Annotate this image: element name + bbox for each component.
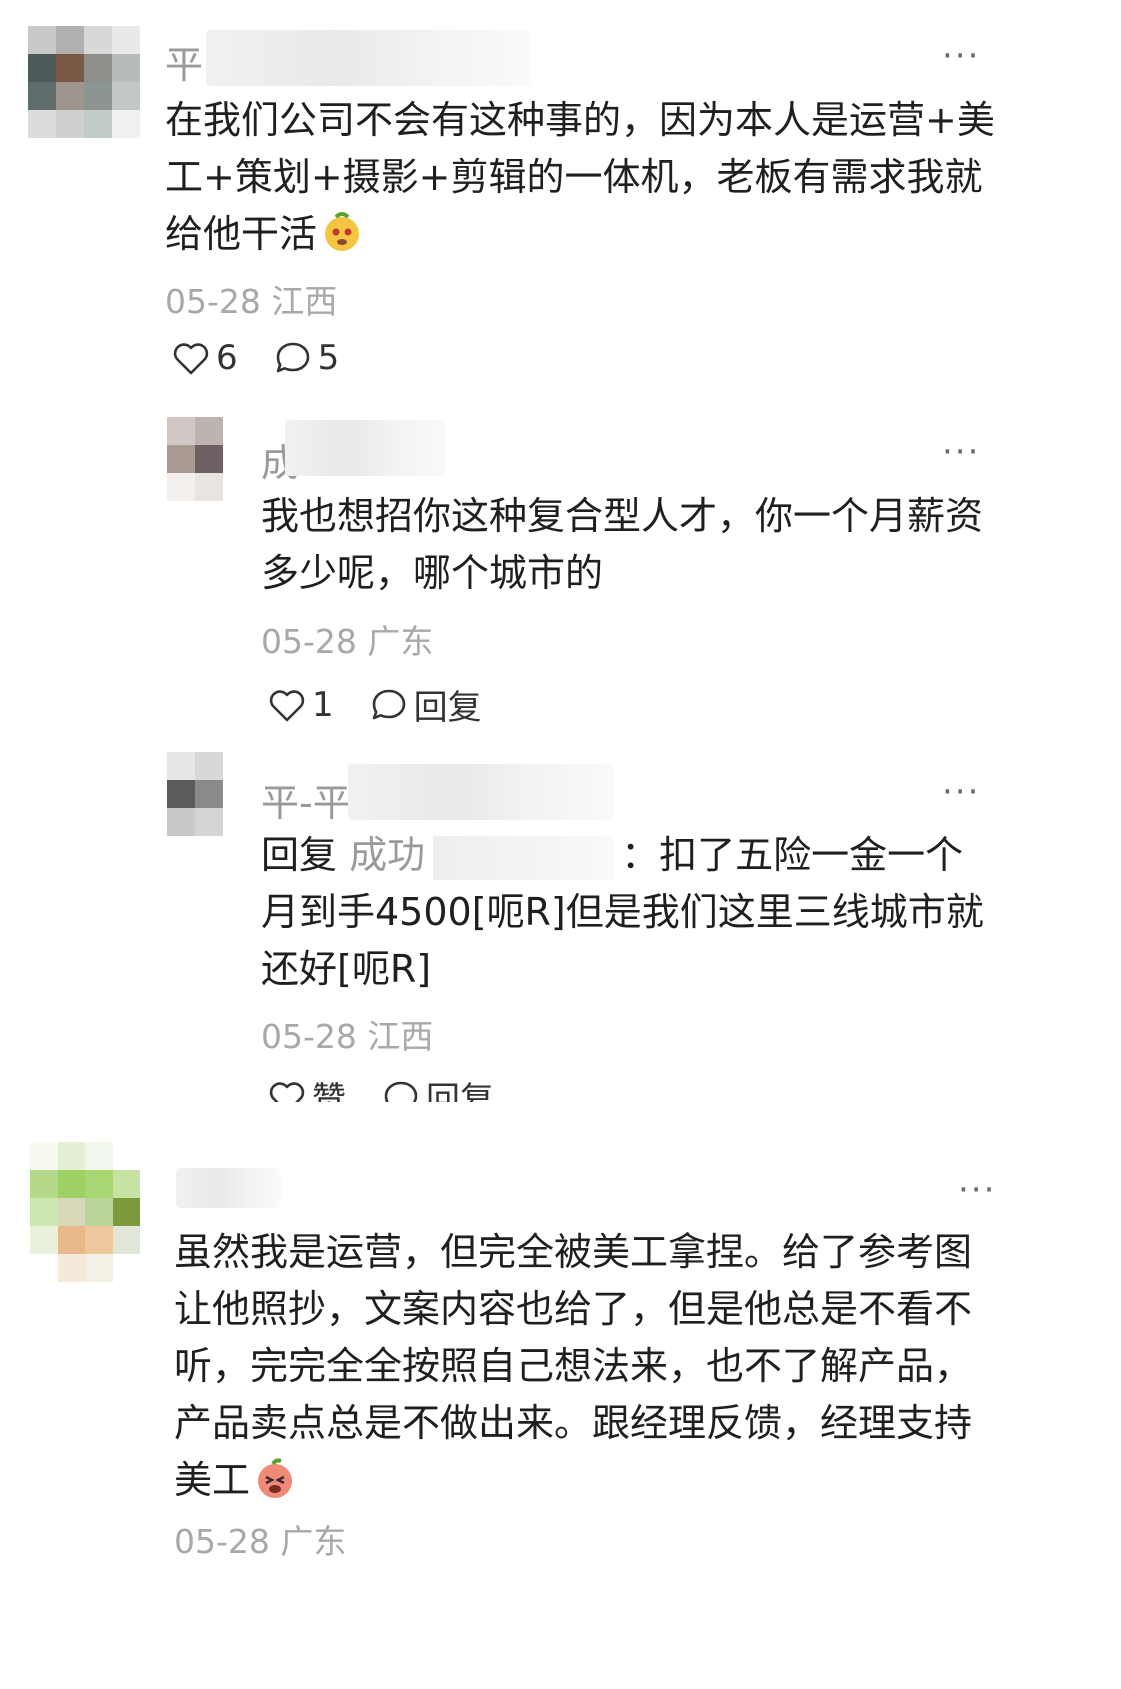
emoji-icon [325, 212, 360, 251]
username-redacted [348, 764, 613, 820]
username-redacted [176, 1168, 281, 1208]
reply-button[interactable]: 回复 [370, 680, 482, 729]
reply-date: 05-28 [261, 622, 357, 661]
chat-bubble-icon [276, 342, 309, 373]
like-button[interactable]: 赞 [268, 1072, 346, 1102]
like-count: 6 [216, 338, 238, 378]
avatar[interactable] [167, 752, 223, 836]
like-label: 赞 [312, 1080, 346, 1102]
reply-meta: 05-28 江西 [261, 1010, 433, 1058]
more-dots-icon[interactable]: ··· [942, 775, 980, 809]
reply-text: 回复 成功 ：扣了五险一金一个月到手4500[呃R]但是我们这里三线城市就还好[呃… [261, 827, 996, 998]
reply-count: 5 [317, 338, 340, 378]
comment-date: 05-28 [165, 282, 261, 321]
more-dots-icon[interactable]: ··· [958, 1173, 996, 1207]
chat-bubble-icon [384, 1081, 418, 1102]
comment-item: ··· 虽然我是运营，但完全被美工拿捏。给了参考图让他照抄，文案内容也给了，但是… [0, 1120, 1121, 1689]
comment-item: 平 ··· 在我们公司不会有这种事的，因为本人是运营+美工+策划+摄影+剪辑的一… [0, 0, 1121, 1110]
reply-prefix: 回复 [261, 833, 338, 877]
chat-bubble-icon [372, 689, 405, 719]
reply-text: 我也想招你这种复合型人才，你一个月薪资多少呢，哪个城市的 [261, 494, 984, 595]
comment-actions: 6 5 [172, 338, 339, 378]
reply-region: 江西 [367, 1017, 434, 1056]
heart-outline-icon [269, 689, 305, 721]
username[interactable]: 平-平 [261, 772, 351, 827]
like-button[interactable]: 6 [172, 338, 238, 378]
username[interactable]: 平 [165, 34, 203, 89]
more-dots-icon[interactable]: ··· [942, 39, 980, 73]
reply-actions: 赞 回复 [268, 1072, 494, 1102]
username-redacted [206, 30, 531, 86]
comment-text: 虽然我是运营，但完全被美工拿捏。给了参考图让他照抄，文案内容也给了，但是他总是不… [174, 1224, 994, 1509]
avatar[interactable] [30, 1142, 140, 1282]
avatar[interactable] [167, 417, 223, 501]
comment-region: 广东 [280, 1522, 347, 1561]
reply-region: 广东 [367, 622, 434, 661]
comment-text-content: 在我们公司不会有这种事的，因为本人是运营+美工+策划+摄影+剪辑的一体机，老板有… [165, 98, 995, 256]
like-button[interactable]: 1 [268, 685, 334, 725]
comment-date: 05-28 [174, 1522, 270, 1561]
reply-actions-clipped: 赞 回复 [266, 1072, 526, 1102]
reply-count-button[interactable]: 5 [274, 338, 340, 378]
emoji-icon [258, 1458, 293, 1498]
reply-label: 回复 [413, 688, 482, 728]
reply-button[interactable]: 回复 [382, 1072, 494, 1102]
heart-outline-icon [269, 1081, 305, 1102]
comment-text: 在我们公司不会有这种事的，因为本人是运营+美工+策划+摄影+剪辑的一体机，老板有… [165, 92, 995, 263]
reply-date: 05-28 [261, 1017, 357, 1056]
like-count: 1 [312, 684, 334, 725]
comment-meta: 05-28 江西 [165, 275, 337, 323]
reply-meta: 05-28 广东 [261, 615, 433, 663]
avatar[interactable] [28, 26, 140, 138]
reply-to-username[interactable]: 成功 [349, 833, 425, 877]
more-dots-icon[interactable]: ··· [942, 435, 980, 469]
reply-actions: 1 回复 [268, 680, 482, 729]
reply-label: 回复 [426, 1080, 494, 1102]
username-redacted [285, 420, 445, 476]
comment-region: 江西 [271, 282, 338, 321]
username-redacted [433, 835, 614, 880]
comment-meta: 05-28 广东 [174, 1515, 346, 1563]
heart-outline-icon [173, 343, 209, 375]
